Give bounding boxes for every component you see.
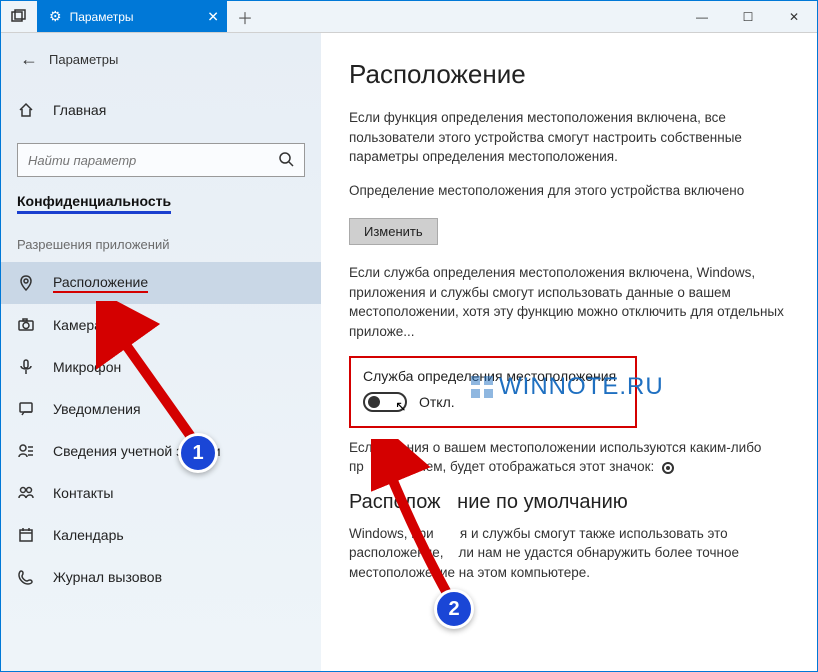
contacts-icon bbox=[17, 485, 35, 501]
back-button[interactable]: ← bbox=[9, 39, 49, 79]
change-button[interactable]: Изменить bbox=[349, 218, 438, 245]
toggle-state: Откл. bbox=[419, 394, 455, 410]
active-tab[interactable]: ⚙ Параметры ✕ bbox=[37, 1, 227, 32]
sidebar-item-call-history[interactable]: Журнал вызовов bbox=[1, 556, 321, 598]
location-usage-indicator-icon bbox=[662, 462, 674, 474]
sidebar-item-label: Календарь bbox=[53, 527, 124, 543]
window-controls: — ☐ ✕ bbox=[679, 1, 817, 32]
annotation-marker-1: 1 bbox=[178, 433, 218, 473]
close-button[interactable]: ✕ bbox=[771, 1, 817, 32]
sidebar-item-label: Расположение bbox=[53, 274, 148, 293]
cursor-icon: ↖ bbox=[395, 398, 407, 415]
search-icon bbox=[278, 151, 294, 170]
title-bar: ⚙ Параметры ✕ ＋ — ☐ ✕ bbox=[1, 1, 817, 33]
maximize-button[interactable]: ☐ bbox=[725, 1, 771, 32]
taskview-icon bbox=[11, 9, 27, 25]
minimize-button[interactable]: — bbox=[679, 1, 725, 32]
new-tab-button[interactable]: ＋ bbox=[227, 1, 263, 32]
search-input[interactable] bbox=[28, 153, 278, 168]
watermark-logo-icon bbox=[471, 376, 493, 398]
sidebar-item-calendar[interactable]: Календарь bbox=[1, 514, 321, 556]
sidebar-item-location[interactable]: Расположение bbox=[1, 262, 321, 304]
sidebar-item-contacts[interactable]: Контакты bbox=[1, 472, 321, 514]
intro-text: Если функция определения местоположения … bbox=[349, 108, 789, 167]
account-info-icon bbox=[17, 443, 35, 459]
home-icon bbox=[17, 102, 35, 118]
tab-label: Параметры bbox=[70, 10, 134, 24]
sidebar-item-label: Контакты bbox=[53, 485, 113, 501]
tab-close-icon[interactable]: ✕ bbox=[207, 8, 219, 25]
status-line: Определение местоположения для этого уст… bbox=[349, 181, 789, 201]
section-title: Конфиденциальность bbox=[1, 193, 321, 213]
annotation-marker-2: 2 bbox=[434, 589, 474, 629]
notifications-icon bbox=[17, 401, 35, 417]
group-label: Разрешения приложений bbox=[1, 213, 321, 262]
call-history-icon bbox=[17, 569, 35, 585]
gear-icon: ⚙ bbox=[49, 8, 62, 25]
sidebar-home[interactable]: Главная bbox=[1, 89, 321, 131]
taskview-button[interactable] bbox=[1, 1, 37, 32]
app-label: Параметры bbox=[49, 52, 118, 67]
location-icon bbox=[17, 275, 35, 291]
page-title: Расположение bbox=[349, 59, 789, 90]
microphone-icon bbox=[17, 359, 35, 375]
sidebar-item-label: Камера bbox=[53, 317, 102, 333]
home-label: Главная bbox=[53, 102, 106, 118]
sidebar-item-label: Журнал вызовов bbox=[53, 569, 162, 585]
calendar-icon bbox=[17, 527, 35, 543]
service-description: Если служба определения местоположения в… bbox=[349, 263, 789, 341]
camera-icon bbox=[17, 317, 35, 333]
search-box[interactable] bbox=[17, 143, 305, 177]
watermark: WINNOTE.RU bbox=[471, 373, 664, 401]
